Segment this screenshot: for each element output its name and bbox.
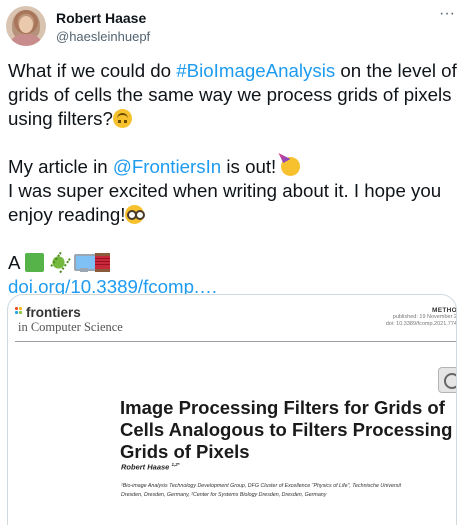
hashtag-link[interactable]: #BioImageAnalysis [176,60,335,81]
paper-title-line-2: Cells Analogous to Filters Processing [120,419,453,440]
tweet-paragraph-3: I was super excited when writing about i… [8,179,460,227]
paper-title: Image Processing Filters for Grids of Ce… [120,397,456,463]
tweet-text-1a: What if we could do [8,60,177,81]
journal-name: frontiers [26,305,81,320]
article-doi: doi: 10.3389/fcomp.2021.774 [385,321,457,327]
tweet-text-3: I was super excited when writing about i… [8,180,442,225]
tweet-text-2b: is out! [221,156,277,177]
avatar-shirt [11,34,41,46]
tweet-text: What if we could do #BioImageAnalysis on… [8,59,460,299]
paper-author-name: Robert Haase [121,462,170,472]
tweet-paragraph-1: What if we could do #BioImageAnalysis on… [8,59,460,131]
upside-down-face-icon [112,109,132,128]
paper-title-line-1: Image Processing Filters for Grids of [120,397,445,418]
link-preview-card[interactable]: frontiers in Computer Science METHO publ… [7,294,457,525]
green-square-icon [24,253,44,272]
journal-logo: frontiers in Computer Science [15,305,155,339]
tweet-text-4: A [8,252,25,273]
tweet-paragraph-2: My article in @FrontiersIn is out! [8,155,460,179]
microbe-icon [48,253,68,272]
affiliation-line-1: ¹Bio-image Analysis Technology Developme… [121,483,401,489]
paper-title-line-3: Grids of Pixels [120,441,250,462]
partying-face-icon [281,157,301,176]
nerd-face-icon [125,205,146,224]
paper-author-sup: 1,2* [171,462,180,467]
author-handle[interactable]: @haesleinhuepf [56,29,150,44]
more-horizontal-icon[interactable]: ··· [439,6,455,22]
tweet-paragraph-4: A [8,251,460,275]
card-header: frontiers in Computer Science METHO publ… [8,295,456,341]
journal-logo-icon [15,307,23,315]
mention-link[interactable]: @FrontiersIn [113,156,221,177]
desktop-computer-icon [73,253,99,272]
journal-subtitle: in Computer Science [18,320,123,334]
avatar[interactable] [6,6,46,46]
article-type: METHO [432,307,457,314]
thread-icon [95,253,111,272]
paper-author: Robert Haase 1,2* [121,462,179,472]
check-for-updates-icon [438,367,456,393]
tweet-header: Robert Haase @haesleinhuepf ··· [6,6,459,46]
tweet-text-2a: My article in [8,156,113,177]
published-date: published: 19 November 2 [392,314,457,320]
article-meta: METHO published: 19 November 2 doi: 10.3… [385,307,457,328]
affiliation-line-2: Dresden, Dresden, Germany, ²Center for S… [121,491,327,498]
author-name[interactable]: Robert Haase [56,10,146,26]
avatar-face [19,16,33,33]
header-divider [15,341,456,342]
paper-affiliations: ¹Bio-image Analysis Technology Developme… [121,482,456,499]
